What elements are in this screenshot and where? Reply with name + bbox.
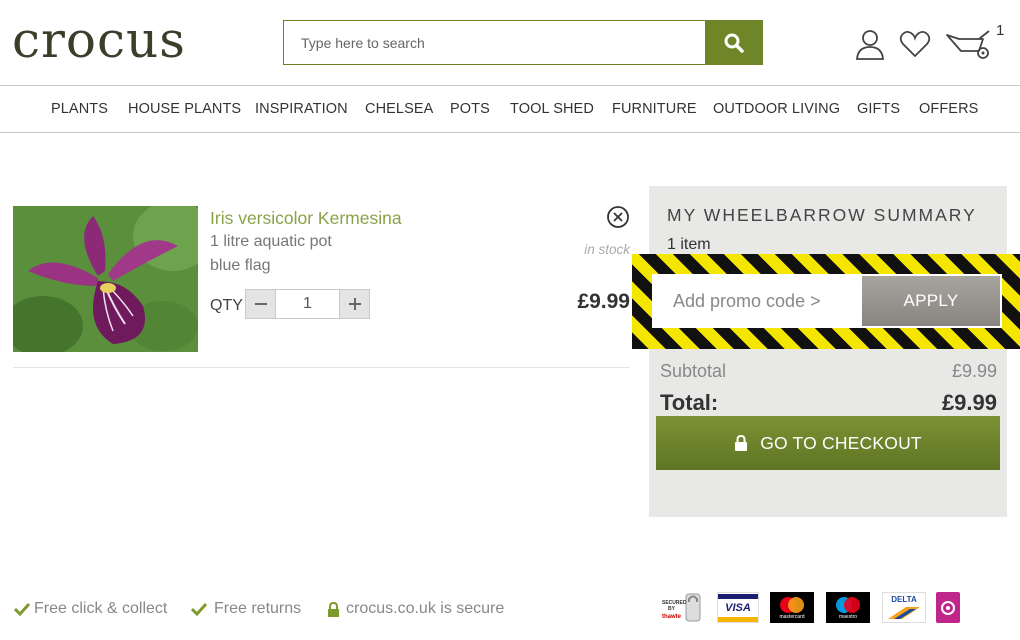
- trust-secure-label: crocus.co.uk is secure: [346, 600, 505, 617]
- nav-item-chelsea[interactable]: CHELSEA: [365, 101, 433, 117]
- product-common-name: blue flag: [210, 257, 271, 274]
- qty-increase-button[interactable]: [339, 289, 370, 319]
- svg-text:thawte: thawte: [662, 614, 682, 620]
- maestro-logo: maestro: [826, 592, 870, 623]
- crocus-logo[interactable]: crocus: [12, 10, 186, 70]
- promo-code-input[interactable]: [654, 276, 862, 326]
- qty-decrease-button[interactable]: [245, 289, 276, 319]
- plus-icon: [348, 298, 361, 310]
- total-label: Total:: [660, 390, 719, 415]
- qty-label: QTY: [210, 297, 243, 314]
- account-button[interactable]: [852, 24, 888, 64]
- search-bar: [283, 20, 763, 65]
- subtotal-label: Subtotal: [660, 361, 727, 381]
- svg-text:BY: BY: [668, 606, 676, 612]
- nav-item-offers[interactable]: OFFERS: [919, 101, 978, 117]
- padlock-icon: [327, 601, 340, 617]
- trust-click-collect-label: Free click & collect: [34, 600, 168, 617]
- qty-input[interactable]: [276, 289, 339, 319]
- search-icon: [724, 33, 744, 53]
- mastercard-logo: mastercard: [770, 592, 814, 623]
- close-circle-icon: [607, 206, 629, 228]
- trust-secure: crocus.co.uk is secure: [327, 600, 504, 618]
- trust-click-collect: Free click & collect: [14, 600, 167, 618]
- trust-free-returns-label: Free returns: [214, 600, 302, 617]
- delta-logo: DELTA: [882, 592, 926, 623]
- wishlist-button[interactable]: [897, 24, 933, 64]
- promo-code-form: APPLY: [652, 274, 1002, 328]
- total-value: £9.99: [941, 390, 997, 415]
- nav-item-gifts[interactable]: GIFTS: [857, 101, 900, 117]
- nav-item-tool-shed[interactable]: TOOL SHED: [510, 101, 594, 117]
- wishlist-heart-icon: [899, 30, 931, 58]
- solo-gold-card-logo: [936, 592, 960, 623]
- check-icon: [191, 602, 207, 616]
- main-nav: PLANTS HOUSE PLANTS INSPIRATION CHELSEA …: [0, 85, 1020, 133]
- visa-logo: VISA: [717, 592, 759, 623]
- wheelbarrow-cart-icon: [946, 30, 990, 59]
- iris-flower-illustration: [13, 206, 198, 352]
- remove-item-button[interactable]: [606, 205, 630, 229]
- minus-icon: [254, 303, 267, 305]
- divider: [13, 367, 630, 368]
- product-size: 1 litre aquatic pot: [210, 233, 332, 250]
- nav-item-outdoor-living[interactable]: OUTDOOR LIVING: [713, 101, 840, 117]
- check-icon: [14, 602, 30, 616]
- summary-item-count: 1 item: [667, 236, 711, 253]
- nav-item-furniture[interactable]: FURNITURE: [612, 101, 697, 117]
- account-icon: [856, 30, 884, 60]
- cart-count-badge: 1: [996, 22, 1005, 39]
- apply-promo-button[interactable]: APPLY: [862, 276, 1000, 326]
- checkout-label: GO TO CHECKOUT: [760, 432, 922, 453]
- stock-status: in stock: [584, 242, 630, 257]
- nav-item-house-plants[interactable]: HOUSE PLANTS: [128, 101, 241, 117]
- search-button[interactable]: [705, 20, 763, 65]
- summary-title: MY WHEELBARROW SUMMARY: [667, 205, 977, 225]
- line-price: £9.99: [577, 290, 630, 313]
- thawte-secured-seal: SECURED BY thawte: [660, 592, 704, 623]
- nav-item-inspiration[interactable]: INSPIRATION: [255, 101, 348, 117]
- cart-button[interactable]: [944, 24, 994, 64]
- trust-free-returns: Free returns: [191, 600, 301, 618]
- search-input[interactable]: [283, 20, 705, 65]
- product-image[interactable]: [13, 206, 198, 352]
- product-name-link[interactable]: Iris versicolor Kermesina: [210, 208, 402, 229]
- nav-item-plants[interactable]: PLANTS: [51, 101, 108, 117]
- go-to-checkout-button[interactable]: GO TO CHECKOUT: [656, 416, 1000, 470]
- nav-item-pots[interactable]: POTS: [450, 101, 490, 117]
- lock-icon: [734, 435, 748, 451]
- subtotal-value: £9.99: [951, 361, 997, 381]
